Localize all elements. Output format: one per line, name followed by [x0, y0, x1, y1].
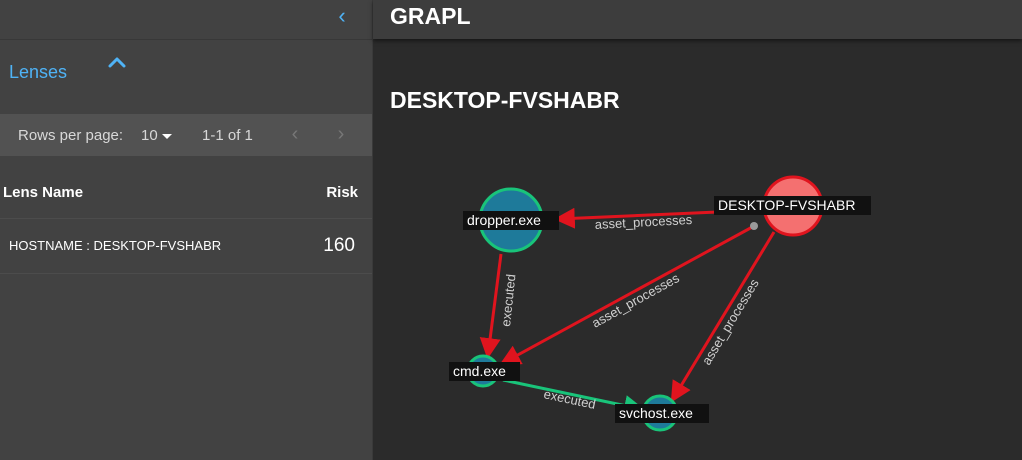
lens-sidebar: ‹ Lenses Rows per page: 10 1-1 of 1 ‹ › …: [0, 0, 373, 460]
rows-per-page-select[interactable]: 10: [141, 127, 172, 144]
table-row[interactable]: HOSTNAME : DESKTOP-FVSHABR 160: [0, 219, 372, 274]
edge-label: asset_processes: [699, 276, 762, 368]
app-bar: GRAPL: [373, 0, 1022, 39]
app-title: GRAPL: [390, 3, 471, 29]
edge-label: asset_processes: [589, 270, 682, 331]
column-header-risk[interactable]: Risk: [326, 184, 358, 201]
table-pagination: Rows per page: 10 1-1 of 1 ‹ ›: [0, 114, 372, 156]
graph-node-desktop[interactable]: DESKTOP-FVSHABR: [714, 175, 871, 237]
column-header-lens-name[interactable]: Lens Name: [3, 184, 83, 201]
risk-score-cell: 160: [323, 235, 355, 256]
lens-graph[interactable]: asset_processes asset_processes asset_pr…: [373, 130, 1022, 460]
chevron-left-icon[interactable]: ‹: [330, 4, 354, 28]
lens-name-cell: HOSTNAME : DESKTOP-FVSHABR: [9, 238, 222, 253]
edge-origin-dot: [750, 222, 758, 230]
node-label: DESKTOP-FVSHABR: [718, 197, 855, 213]
sidebar-collapse-row: ‹: [0, 0, 372, 40]
lenses-title: Lenses: [9, 62, 68, 82]
graph-node-dropper[interactable]: dropper.exe: [463, 187, 559, 253]
graph-title: DESKTOP-FVSHABR: [390, 87, 620, 113]
edge-label: asset_processes: [594, 212, 693, 232]
edge-label: executed: [498, 273, 518, 327]
previous-page-icon[interactable]: ‹: [283, 122, 307, 146]
lens-table-header: Lens Name Risk: [0, 170, 372, 219]
next-page-icon[interactable]: ›: [329, 122, 353, 146]
node-label: svchost.exe: [619, 405, 693, 421]
edge-dropper-cmd[interactable]: [479, 253, 503, 360]
chevron-up-icon[interactable]: [106, 52, 128, 74]
edge-desktop-svchost[interactable]: [670, 231, 776, 403]
graph-node-svchost[interactable]: svchost.exe: [615, 394, 709, 432]
node-label: cmd.exe: [453, 363, 506, 379]
page-range: 1-1 of 1: [202, 127, 253, 144]
lenses-header: Lenses: [0, 40, 372, 114]
edge-label: executed: [542, 386, 597, 412]
caret-down-icon: [161, 133, 172, 139]
rows-per-page-label: Rows per page:: [18, 127, 124, 144]
node-label: dropper.exe: [467, 212, 541, 228]
rows-per-page-value: 10: [141, 127, 158, 144]
